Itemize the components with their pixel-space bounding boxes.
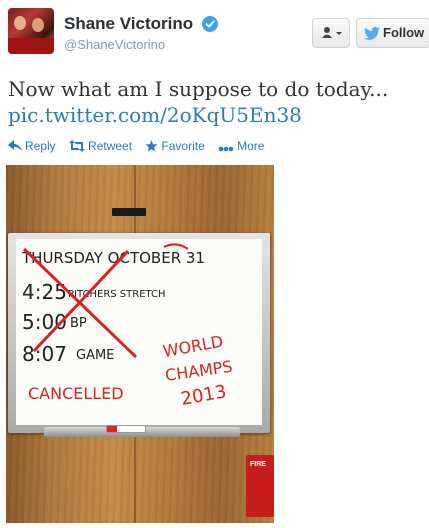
board-world: WORLD [161,332,224,361]
tweet-body: Now what am I suppose to do today... [8,77,389,101]
more-action[interactable]: More [218,139,264,153]
avatar-face [14,16,26,30]
user-dropdown-icon [322,27,342,38]
more-dots-icon [218,146,234,152]
retweet-icon [69,139,86,152]
whiteboard: THURSDAY OCTOBER 31 4:25 PITCHERS STRETC… [8,233,270,433]
reply-label: Reply [25,138,56,153]
avatar-shirt [8,38,54,54]
tweet-text: Now what am I suppose to do today... pic… [8,76,421,128]
fire-alarm: FIRE [246,455,274,517]
tweet-photo[interactable]: THURSDAY OCTOBER 31 4:25 PITCHERS STRETC… [6,165,274,523]
whiteboard-surface: THURSDAY OCTOBER 31 4:25 PITCHERS STRETC… [16,239,262,425]
follow-label: Follow [383,25,425,40]
board-event-2: BP [70,316,87,331]
reply-icon [8,139,22,152]
user-handle[interactable]: @ShaneVictorino [64,37,218,52]
verified-badge-icon [201,16,218,32]
reply-action[interactable]: Reply [8,139,56,153]
twitter-bird-icon [364,27,380,40]
marker-cap [107,426,117,432]
board-event-3: GAME [76,348,114,363]
tweet-media-link[interactable]: pic.twitter.com/2oKqU5En38 [8,102,421,128]
star-icon [145,139,159,152]
retweet-label: Retweet [88,138,133,153]
whiteboard-writing: THURSDAY OCTOBER 31 4:25 PITCHERS STRETC… [21,243,234,410]
more-label: More [237,138,265,153]
retweet-action[interactable]: Retweet [69,139,132,153]
favorite-label: Favorite [161,138,205,153]
user-actions-dropdown-button[interactable] [312,18,350,48]
board-year: 2013 [179,381,228,410]
avatar[interactable] [8,8,54,54]
avatar-face [32,18,44,32]
display-name[interactable]: Shane Victorino [64,14,193,34]
board-time-3: 8:07 [22,342,67,366]
tweet-header: Shane Victorino @ShaneVictorino Follow [8,8,429,68]
wall-hook [112,208,146,216]
board-date-line: THURSDAY OCTOBER 31 [21,249,205,267]
user-info: Shane Victorino @ShaneVictorino [64,14,218,52]
favorite-action[interactable]: Favorite [145,138,205,153]
follow-button[interactable]: Follow [356,18,429,48]
board-cancelled: CANCELLED [28,384,124,403]
fire-alarm-label: FIRE [250,461,266,468]
tweet-actions: Reply Retweet Favorite More [8,138,274,156]
dry-erase-marker [106,425,146,433]
